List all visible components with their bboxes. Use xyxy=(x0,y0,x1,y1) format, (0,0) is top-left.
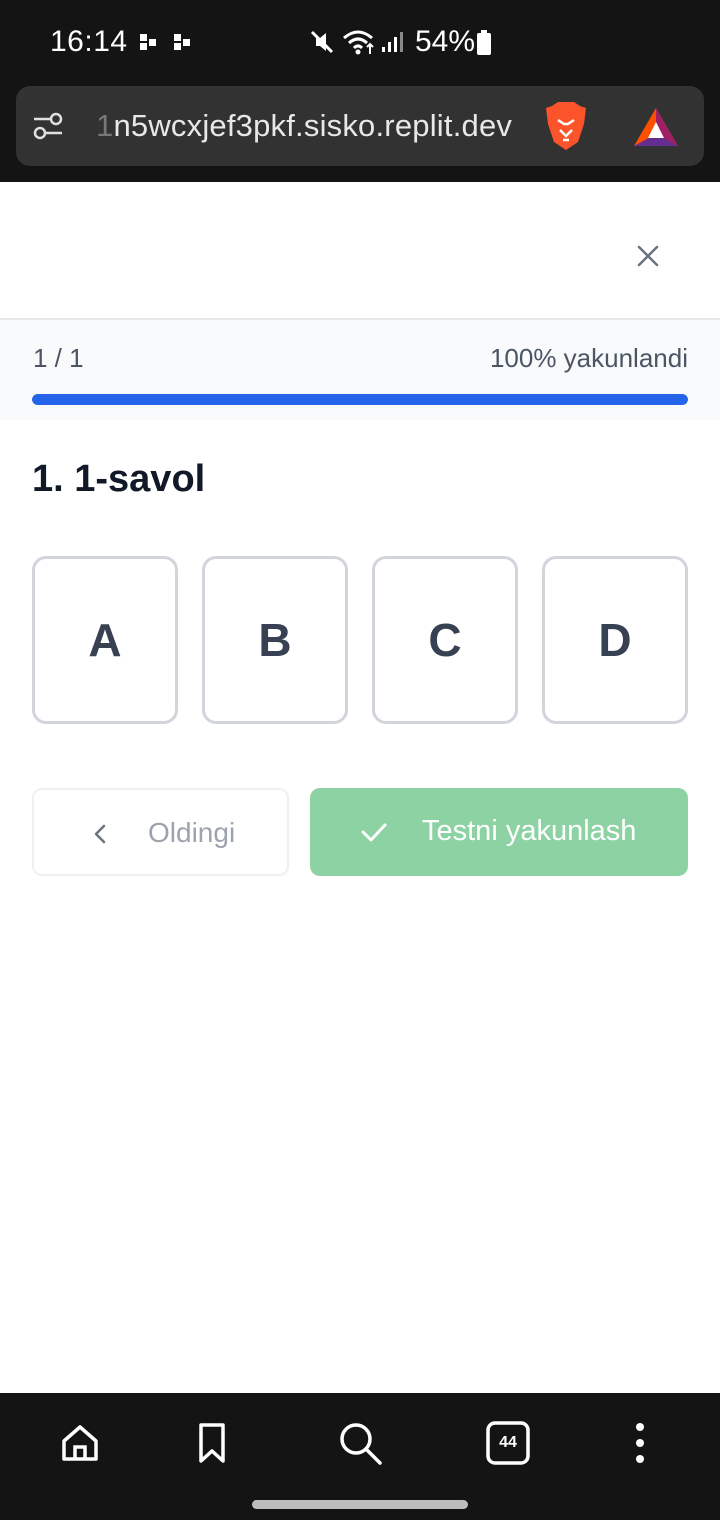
bookmark-icon[interactable] xyxy=(188,1419,236,1467)
status-time: 16:14 xyxy=(50,25,128,58)
home-indicator xyxy=(252,1500,468,1509)
progress-bar xyxy=(32,394,688,405)
notification-icon xyxy=(174,34,190,50)
url-text[interactable]: 1n5wcxjef3pkf.sisko.replit.dev xyxy=(96,106,512,146)
signal-icon xyxy=(382,32,403,52)
battery-icon xyxy=(477,30,491,55)
battery-percent: 54% xyxy=(415,25,476,58)
close-icon[interactable] xyxy=(624,232,672,280)
finish-test-button-label: Testni yakunlash xyxy=(422,815,637,847)
option-b-button[interactable]: B xyxy=(202,556,348,724)
finish-test-button[interactable]: Testni yakunlash xyxy=(310,788,688,876)
check-icon xyxy=(361,823,387,842)
progress-section: 1 / 1 100% yakunlandi xyxy=(0,318,720,420)
home-icon[interactable] xyxy=(56,1419,104,1467)
tab-count: 44 xyxy=(499,1434,517,1451)
option-c-button[interactable]: C xyxy=(372,556,518,724)
url-bar[interactable]: 1n5wcxjef3pkf.sisko.replit.dev xyxy=(16,86,704,166)
option-d-button[interactable]: D xyxy=(542,556,688,724)
tune-icon[interactable] xyxy=(32,110,64,142)
option-a-button[interactable]: A xyxy=(32,556,178,724)
progress-bar-fill xyxy=(32,394,688,405)
brave-lion-icon[interactable] xyxy=(544,102,588,152)
more-vertical-icon[interactable] xyxy=(616,1419,664,1467)
bat-triangle-icon[interactable] xyxy=(632,106,680,148)
status-bar: 16:14 54% xyxy=(0,0,720,84)
chevron-left-icon xyxy=(94,824,106,844)
previous-button-label: Oldingi xyxy=(148,817,236,848)
search-icon[interactable] xyxy=(336,1419,384,1467)
progress-count: 1 / 1 xyxy=(33,343,84,373)
mute-icon xyxy=(310,30,334,54)
tabs-button[interactable]: 44 xyxy=(484,1419,532,1467)
notification-icon xyxy=(140,34,156,50)
question-title: 1. 1-savol xyxy=(32,458,206,500)
page-header xyxy=(0,182,720,318)
wifi-icon xyxy=(343,30,374,55)
url-text-main: n5wcxjef3pkf.sisko.replit.dev xyxy=(113,108,513,143)
answer-options: A B C D xyxy=(32,556,688,724)
browser-toolbar: 1n5wcxjef3pkf.sisko.replit.dev xyxy=(0,84,720,182)
progress-label: 100% yakunlandi xyxy=(489,343,688,373)
url-text-faded: 1 xyxy=(96,108,114,143)
previous-button[interactable]: Oldingi xyxy=(32,788,289,876)
